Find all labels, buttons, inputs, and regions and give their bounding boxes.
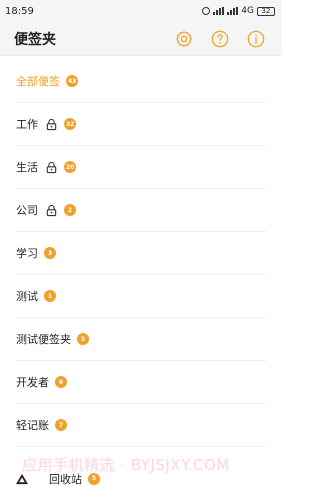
signal-icon-2 <box>227 7 239 15</box>
folder-label: 测试便签夹 <box>16 333 71 346</box>
count-badge: 7 <box>55 419 67 431</box>
folder-label: 全部便签 <box>16 75 60 88</box>
folder-item[interactable]: 工作 32 <box>16 103 266 146</box>
lock-icon <box>46 118 57 130</box>
app-header: 便签夹 <box>0 22 282 56</box>
count-badge: 1 <box>44 290 56 302</box>
folder-item[interactable]: 轻记账 7 <box>16 404 266 447</box>
trash-item[interactable]: 回收站 5 <box>0 466 282 487</box>
count-badge: 32 <box>64 118 77 130</box>
status-bar: 18:59 4G 32 <box>0 0 282 22</box>
folder-item[interactable]: 全部便签 43 <box>16 60 266 103</box>
recycle-icon <box>16 473 28 484</box>
info-icon[interactable] <box>247 30 265 48</box>
header-actions <box>175 30 265 48</box>
folder-label: 轻记账 <box>16 419 49 432</box>
folder-label: 开发者 <box>16 376 49 389</box>
folder-label: 生活 <box>16 161 38 174</box>
folder-item[interactable]: 开发者 6 <box>16 361 266 404</box>
count-badge: 5 <box>88 472 100 485</box>
folder-item[interactable]: 公司 2 <box>16 189 266 232</box>
trash-label: 回收站 <box>49 472 82 486</box>
settings-icon[interactable] <box>175 30 193 48</box>
count-badge: 3 <box>44 247 56 259</box>
count-badge: 6 <box>55 376 67 388</box>
count-badge: 43 <box>66 75 79 87</box>
page-title: 便签夹 <box>14 31 56 48</box>
folder-label: 公司 <box>16 204 38 217</box>
signal-icon <box>213 7 225 15</box>
folder-label: 测试 <box>16 290 38 303</box>
count-badge: 5 <box>77 333 89 345</box>
help-icon[interactable] <box>211 30 229 48</box>
lock-icon <box>46 204 57 216</box>
status-indicators: 4G 32 <box>202 6 275 16</box>
folder-item[interactable]: 生活 20 <box>16 146 266 189</box>
lock-icon <box>46 161 57 173</box>
count-badge: 2 <box>64 204 76 216</box>
screen: 18:59 4G 32 便签夹 全部便签 43 工作 32 生活 20 公司 2… <box>0 0 282 487</box>
folder-list: 全部便签 43 工作 32 生活 20 公司 2 学习 3 测试 1 测试便签夹 5 开发者 6 轻记账 7 <box>0 56 282 447</box>
alarm-icon <box>202 7 211 15</box>
battery-icon: 32 <box>257 6 275 16</box>
folder-item[interactable]: 测试便签夹 5 <box>16 318 266 361</box>
network-type: 4G <box>241 6 254 16</box>
status-time: 18:59 <box>5 5 34 17</box>
folder-item[interactable]: 测试 1 <box>16 275 266 318</box>
folder-label: 学习 <box>16 247 38 260</box>
folder-label: 工作 <box>16 118 38 131</box>
count-badge: 20 <box>64 161 77 173</box>
battery-level: 32 <box>261 6 271 15</box>
folder-item[interactable]: 学习 3 <box>16 232 266 275</box>
